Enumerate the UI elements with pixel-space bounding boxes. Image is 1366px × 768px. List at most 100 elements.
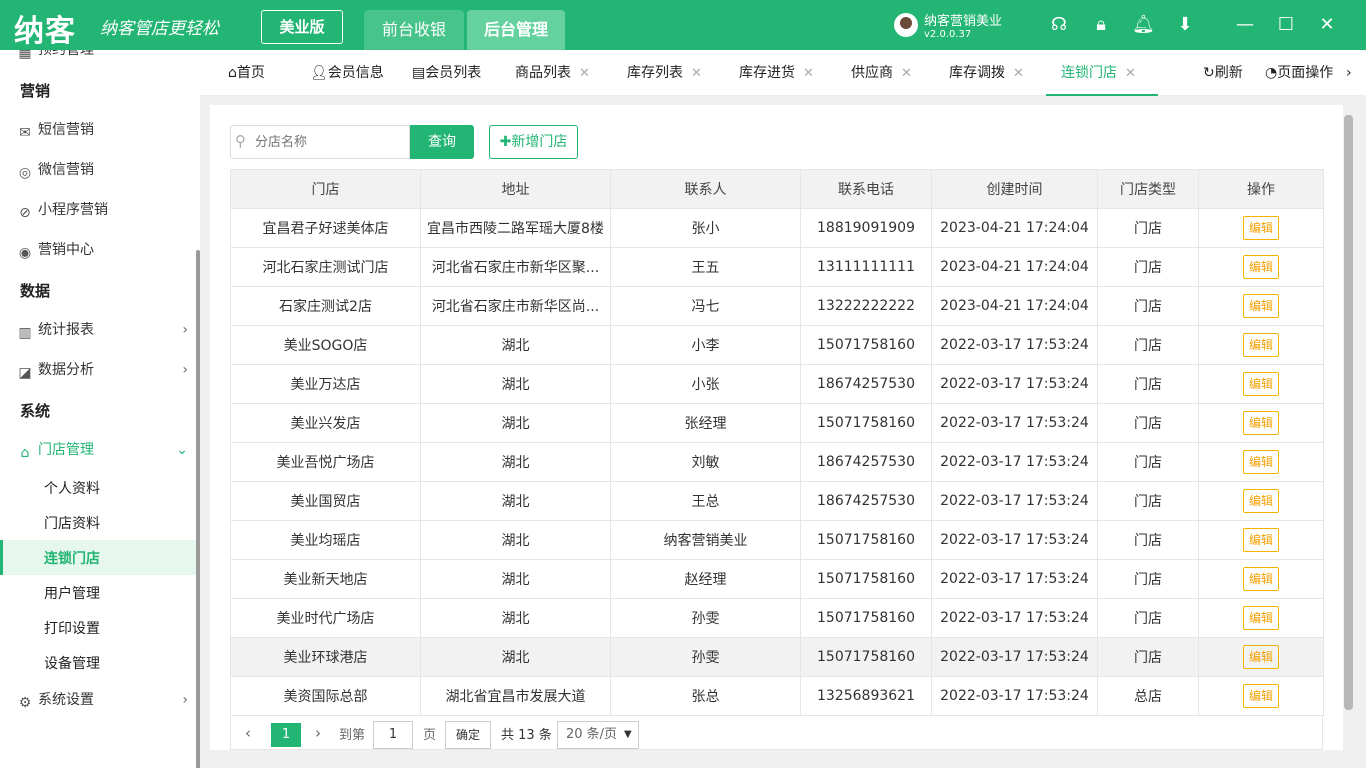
- sidebar-subitem-devices[interactable]: 设备管理: [44, 653, 100, 673]
- table-cell: 湖北省宜昌市发展大道: [420, 676, 611, 716]
- next-page-icon[interactable]: ›: [315, 724, 321, 742]
- user-icon: 👤︎: [310, 65, 328, 81]
- minimize-icon[interactable]: —: [1234, 14, 1256, 36]
- edit-button[interactable]: 编辑: [1243, 294, 1279, 318]
- tab-cashier[interactable]: 前台收银: [364, 10, 464, 50]
- store-name-search-input[interactable]: [255, 126, 405, 158]
- table-cell: 美业环球港店: [230, 637, 421, 677]
- page-number-current[interactable]: 1: [271, 723, 301, 747]
- lock-icon[interactable]: 🔒︎: [1090, 14, 1112, 36]
- edit-button[interactable]: 编辑: [1243, 372, 1279, 396]
- edition-badge[interactable]: 美业版: [261, 10, 343, 44]
- table-cell: 河北省石家庄市新华区尚...: [420, 286, 611, 326]
- query-button[interactable]: 查询: [410, 125, 474, 159]
- download-icon[interactable]: ⬇: [1174, 14, 1196, 36]
- tab-member-list[interactable]: ▤会员列表: [412, 50, 481, 96]
- edit-button[interactable]: 编辑: [1243, 645, 1279, 669]
- tab-chain-stores[interactable]: 连锁门店 ✕: [1046, 50, 1158, 96]
- edit-button[interactable]: 编辑: [1243, 216, 1279, 240]
- table-row: 美业环球港店 湖北 孙雯 15071758160 2022-03-17 17:53:24…: [230, 637, 1324, 677]
- table-cell: 2022-03-17 17:53:24: [931, 325, 1098, 365]
- table-cell-actions: 编辑: [1198, 481, 1324, 521]
- sidebar-item-analysis[interactable]: ◪ 数据分析 ›: [16, 358, 196, 382]
- close-icon[interactable]: ✕: [1316, 14, 1338, 36]
- calendar-icon: ▦: [18, 50, 32, 61]
- sidebar-item-marketing-center[interactable]: ◉ 营销中心: [16, 238, 196, 262]
- tab-label: 商品列表: [515, 65, 571, 81]
- close-icon[interactable]: ✕: [803, 66, 814, 81]
- tab-home[interactable]: ⌂首页: [228, 50, 265, 96]
- table-cell: 石家庄测试2店: [230, 286, 421, 326]
- edit-button[interactable]: 编辑: [1243, 606, 1279, 630]
- edit-button[interactable]: 编辑: [1243, 684, 1279, 708]
- chevron-right-icon[interactable]: ›: [1346, 50, 1352, 96]
- close-icon[interactable]: ✕: [691, 66, 702, 81]
- edit-button[interactable]: 编辑: [1243, 489, 1279, 513]
- app-logo: 纳客: [14, 14, 76, 49]
- sidebar-item-store-management[interactable]: ⌂ 门店管理 ⌄: [16, 438, 196, 462]
- sidebar-subitem-chain-stores[interactable]: 连锁门店: [44, 548, 100, 568]
- column-header: 联系电话: [800, 169, 932, 209]
- table-cell: 小张: [610, 364, 801, 404]
- sidebar-subitem-users[interactable]: 用户管理: [44, 583, 100, 603]
- tab-label: 会员信息: [327, 65, 384, 81]
- sidebar-item-label: 数据分析: [38, 362, 94, 378]
- table-cell-actions: 编辑: [1198, 559, 1324, 599]
- table-cell: 王总: [610, 481, 801, 521]
- table-cell-actions: 编辑: [1198, 676, 1324, 716]
- refresh-button[interactable]: ↻刷新: [1203, 50, 1243, 96]
- content-scrollbar[interactable]: [1344, 115, 1353, 710]
- table-cell: 18674257530: [800, 481, 932, 521]
- sidebar-scrollbar[interactable]: [196, 250, 200, 768]
- sidebar-item-appointment[interactable]: ▦ 预约管理: [16, 50, 196, 62]
- table-cell: 2022-03-17 17:53:24: [931, 637, 1098, 677]
- main-panel: ⚲ 查询 ✚新增门店 门店地址联系人联系电话创建时间门店类型操作 宜昌君子好逑美…: [210, 105, 1343, 750]
- table-cell: 13256893621: [800, 676, 932, 716]
- goto-confirm-button[interactable]: 确定: [445, 721, 491, 749]
- sidebar-item-system-settings[interactable]: ⚙ 系统设置 ›: [16, 688, 196, 712]
- tab-stock-purchase[interactable]: 库存进货 ✕: [739, 50, 814, 96]
- tab-stock-transfer[interactable]: 库存调拨 ✕: [949, 50, 1024, 96]
- goto-page-input[interactable]: 1: [373, 721, 413, 749]
- table-cell: 2022-03-17 17:53:24: [931, 520, 1098, 560]
- add-store-button[interactable]: ✚新增门店: [489, 125, 578, 159]
- sidebar-item-sms[interactable]: ✉ 短信营销: [16, 118, 196, 142]
- table-cell-actions: 编辑: [1198, 208, 1324, 248]
- edit-button[interactable]: 编辑: [1243, 567, 1279, 591]
- edit-button[interactable]: 编辑: [1243, 450, 1279, 474]
- sidebar-subitem-profile[interactable]: 个人资料: [44, 478, 100, 498]
- tab-backend[interactable]: 后台管理: [467, 10, 565, 50]
- page-tabs: ⌂首页 👤︎会员信息 ▤会员列表 商品列表 ✕ 库存列表 ✕ 库存进货 ✕ 供应商 ✕ …: [200, 50, 1366, 96]
- support-icon[interactable]: ☊: [1048, 14, 1070, 36]
- sidebar-item-stats[interactable]: ▥ 统计报表 ›: [16, 318, 196, 342]
- page-size-select[interactable]: 20 条/页 ▼: [557, 721, 639, 749]
- table-row: 美业时代广场店 湖北 孙雯 15071758160 2022-03-17 17:53:2…: [230, 598, 1324, 638]
- tab-member-info[interactable]: 👤︎会员信息: [310, 50, 384, 96]
- sidebar-subitem-store-info[interactable]: 门店资料: [44, 513, 100, 533]
- sidebar-item-miniapp[interactable]: ⊘ 小程序营销: [16, 198, 196, 222]
- edit-button[interactable]: 编辑: [1243, 528, 1279, 552]
- sidebar-item-label: 微信营销: [38, 162, 94, 178]
- page-operations-button[interactable]: ◔页面操作: [1265, 50, 1333, 96]
- tab-stock-list[interactable]: 库存列表 ✕: [627, 50, 702, 96]
- gear-icon: ⚙: [18, 695, 32, 711]
- prev-page-icon[interactable]: ‹: [245, 724, 251, 742]
- close-icon[interactable]: ✕: [901, 66, 912, 81]
- tab-goods-list[interactable]: 商品列表 ✕: [515, 50, 590, 96]
- close-icon[interactable]: ✕: [579, 66, 590, 81]
- tab-supplier[interactable]: 供应商 ✕: [851, 50, 912, 96]
- edit-button[interactable]: 编辑: [1243, 411, 1279, 435]
- sidebar-item-wechat[interactable]: ◎ 微信营销: [16, 158, 196, 182]
- table-cell: 河北省石家庄市新华区聚...: [420, 247, 611, 287]
- sidebar-subitem-print[interactable]: 打印设置: [44, 618, 100, 638]
- table-row: 美资国际总部 湖北省宜昌市发展大道 张总 13256893621 2022-03-17 …: [230, 676, 1324, 716]
- maximize-icon[interactable]: ☐: [1275, 14, 1297, 36]
- close-icon[interactable]: ✕: [1013, 66, 1024, 81]
- edit-button[interactable]: 编辑: [1243, 255, 1279, 279]
- table-cell: 张小: [610, 208, 801, 248]
- sidebar-item-label: 短信营销: [38, 122, 94, 138]
- bell-icon[interactable]: 🔔︎: [1132, 14, 1155, 36]
- edit-button[interactable]: 编辑: [1243, 333, 1279, 357]
- close-icon[interactable]: ✕: [1125, 66, 1136, 81]
- bar-chart-icon: ▥: [18, 325, 32, 341]
